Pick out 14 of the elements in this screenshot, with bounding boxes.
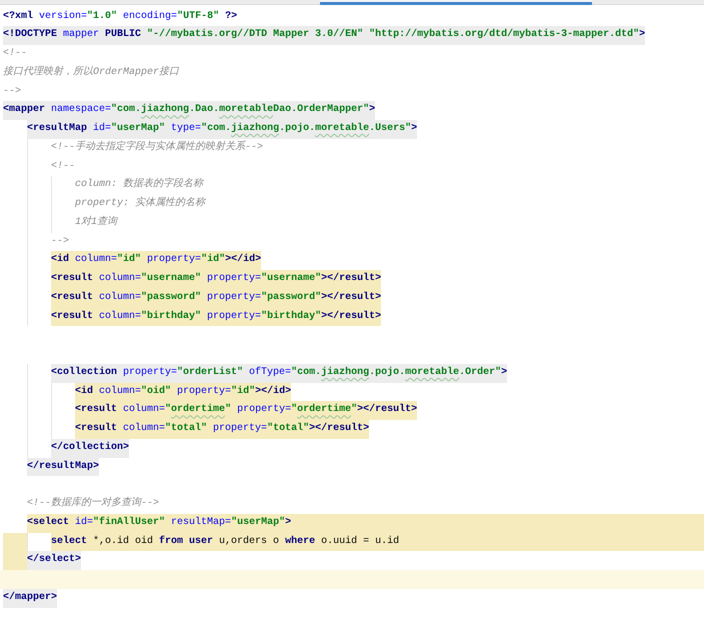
- margin-highlight: [3, 532, 27, 552]
- code-line: 接口代理映射，所以OrderMapper接口: [3, 64, 180, 80]
- code-line: property: 实体属性的名称: [75, 196, 206, 212]
- code-line: <!--: [3, 47, 28, 62]
- code-line: <?xml version="1.0" encoding="UTF-8" ?>: [3, 10, 238, 24]
- code-line: 1对1查询: [75, 214, 118, 230]
- code-line: <!--: [51, 160, 76, 174]
- editor-tab[interactable]: [320, 0, 592, 5]
- margin-highlight: [3, 551, 27, 570]
- code-line: column: 数据表的字段名称: [75, 176, 204, 192]
- code-line: <!--数据库的一对多查询-->: [27, 496, 160, 512]
- code-line: <!--手动去指定字段与实体属性的映射关系-->: [51, 140, 264, 155]
- code-line: -->: [51, 234, 70, 249]
- code-line: -->: [3, 84, 22, 99]
